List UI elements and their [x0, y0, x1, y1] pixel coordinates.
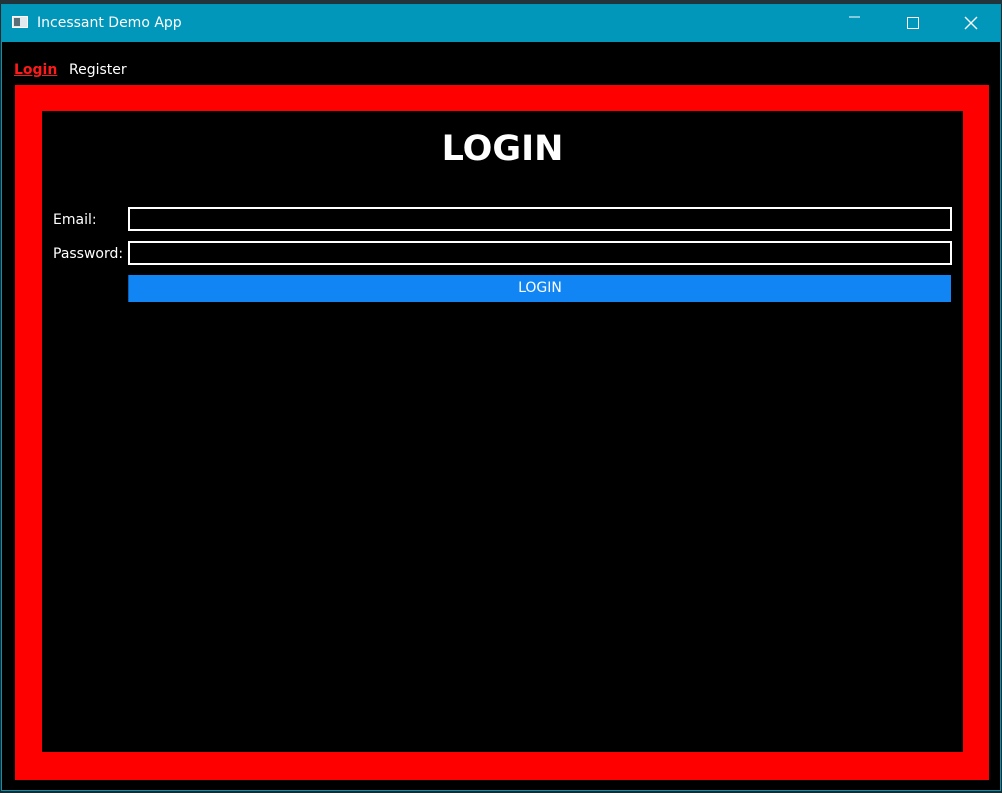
window-title: Incessant Demo App: [37, 15, 182, 31]
login-panel: LOGIN Email: Password: LOGIN: [42, 111, 963, 752]
page-title: LOGIN: [441, 129, 564, 169]
email-label: Email:: [53, 212, 97, 228]
menu-item-login[interactable]: Login: [14, 61, 57, 79]
email-field[interactable]: [128, 207, 952, 231]
password-field[interactable]: [128, 241, 952, 265]
app-window: Incessant Demo App Login Register LOGIN …: [1, 4, 1001, 791]
maximize-button[interactable]: [884, 5, 942, 42]
menu-bar: Login Register: [2, 43, 1000, 83]
maximize-icon: [907, 17, 919, 29]
menu-item-register[interactable]: Register: [69, 61, 127, 79]
close-icon: [964, 16, 978, 30]
close-button[interactable]: [942, 5, 1000, 42]
password-label: Password:: [53, 246, 124, 262]
title-bar[interactable]: Incessant Demo App: [2, 5, 1000, 42]
minimize-icon: [849, 16, 860, 18]
login-button[interactable]: LOGIN: [128, 275, 951, 302]
minimize-button[interactable]: [826, 5, 884, 42]
login-frame: LOGIN Email: Password: LOGIN: [15, 85, 989, 780]
app-window-icon: [12, 16, 28, 28]
